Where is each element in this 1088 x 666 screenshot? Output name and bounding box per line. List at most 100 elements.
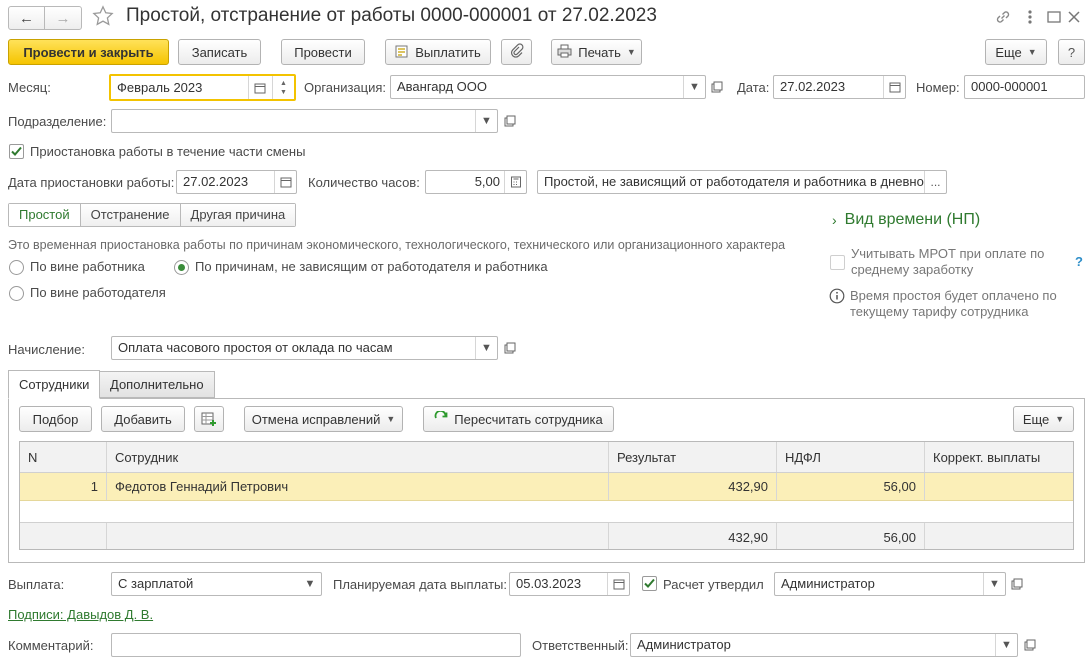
calendar-icon[interactable] <box>607 573 629 595</box>
chevron-down-icon[interactable]: ▼ <box>683 76 705 98</box>
hours-value: 5,00 <box>474 174 500 189</box>
footer-employee <box>107 523 609 549</box>
refresh-icon <box>434 409 448 428</box>
recalc-label: Пересчитать сотрудника <box>454 411 603 427</box>
tab-additional[interactable]: Дополнительно <box>99 371 215 398</box>
mrot-help-icon[interactable]: ? <box>1075 254 1083 269</box>
responsible-open-icon[interactable] <box>1020 633 1040 657</box>
org-open-icon[interactable] <box>707 75 727 99</box>
absence-type-tabs: Простой Отстранение Другая причина <box>8 203 297 227</box>
hours-input[interactable]: 5,00 <box>425 170 527 194</box>
accrual-label: Начисление: <box>8 342 85 357</box>
col-correction[interactable]: Коррект. выплаты <box>925 442 1073 472</box>
dept-select[interactable]: ▼ <box>111 109 498 133</box>
pay-button[interactable]: Выплатить <box>385 39 491 65</box>
row-correction <box>925 473 1073 500</box>
col-ndfl[interactable]: НДФЛ <box>777 442 925 472</box>
help-button[interactable]: ? <box>1058 39 1085 65</box>
signatures-link[interactable]: Подписи: Давыдов Д. В. <box>8 607 153 622</box>
calculator-icon[interactable] <box>504 171 526 193</box>
chevron-down-icon: ▼ <box>626 47 636 57</box>
approved-by-open-icon[interactable] <box>1007 572 1027 596</box>
footer-n <box>20 523 107 549</box>
table-header: N Сотрудник Результат НДФЛ Коррект. выпл… <box>20 442 1073 473</box>
planned-date-label: Планируемая дата выплаты: <box>333 577 507 592</box>
col-result[interactable]: Результат <box>609 442 777 472</box>
nav-buttons: ← → <box>8 6 82 30</box>
attach-button[interactable] <box>501 39 532 65</box>
tab-other-reason[interactable]: Другая причина <box>179 204 296 226</box>
post-button[interactable]: Провести <box>281 39 365 65</box>
add-button[interactable]: Добавить <box>101 406 185 432</box>
calendar-icon[interactable] <box>248 76 270 99</box>
back-button[interactable]: ← <box>9 7 46 29</box>
comment-input[interactable] <box>111 633 521 657</box>
favorite-star-icon[interactable] <box>92 5 116 29</box>
responsible-select[interactable]: Администратор ▼ <box>630 633 1018 657</box>
add-table-icon[interactable] <box>194 406 224 432</box>
calendar-icon[interactable] <box>883 76 905 98</box>
row-employee: Федотов Геннадий Петрович <box>107 473 609 500</box>
chevron-down-icon[interactable]: ▼ <box>475 110 497 132</box>
save-button[interactable]: Записать <box>178 39 261 65</box>
pay-label: Выплатить <box>415 44 481 60</box>
stepper-down-icon[interactable]: ▼ <box>280 88 287 97</box>
col-employee[interactable]: Сотрудник <box>107 442 609 472</box>
ellipsis-button[interactable]: ... <box>924 171 946 193</box>
col-n[interactable]: N <box>20 442 107 472</box>
recalc-employee-button[interactable]: Пересчитать сотрудника <box>423 406 614 432</box>
dept-open-icon[interactable] <box>500 109 520 133</box>
stepper-up-icon[interactable]: ▲ <box>280 79 287 88</box>
close-icon[interactable] <box>1066 8 1082 26</box>
chevron-down-icon[interactable]: ▼ <box>299 573 321 595</box>
pay-icon <box>395 44 409 61</box>
approved-label: Расчет утвердил <box>663 577 764 592</box>
month-input[interactable]: Февраль 2023 ▲ ▼ <box>109 74 296 101</box>
time-kind-link[interactable]: › Вид времени (НП) <box>832 211 980 229</box>
tab-employees[interactable]: Сотрудники <box>8 370 101 399</box>
post-and-close-button[interactable]: Провести и закрыть <box>8 39 169 65</box>
table-row[interactable]: 1 Федотов Геннадий Петрович 432,90 56,00 <box>20 473 1073 501</box>
org-value: Авангард ООО <box>397 79 487 94</box>
date-input[interactable]: 27.02.2023 <box>773 75 906 99</box>
forward-button[interactable]: → <box>45 7 81 29</box>
approved-by-select[interactable]: Администратор ▼ <box>774 572 1006 596</box>
radio-independent[interactable] <box>174 260 189 275</box>
planned-date-input[interactable]: 05.03.2023 <box>509 572 630 596</box>
tab-suspension[interactable]: Отстранение <box>79 204 180 226</box>
chevron-down-icon[interactable]: ▼ <box>983 573 1005 595</box>
row-n: 1 <box>20 473 107 500</box>
mrot-checkbox[interactable] <box>830 255 845 270</box>
reason-field[interactable]: Простой, не зависящий от работодателя и … <box>537 170 947 194</box>
payment-label: Выплата: <box>8 577 65 592</box>
number-input[interactable]: 0000-000001 <box>964 75 1085 99</box>
grid-more-button[interactable]: Еще ▼ <box>1013 406 1074 432</box>
stop-date-input[interactable]: 27.02.2023 <box>176 170 297 194</box>
employees-table[interactable]: N Сотрудник Результат НДФЛ Коррект. выпл… <box>19 441 1074 550</box>
org-select[interactable]: Авангард ООО ▼ <box>390 75 706 99</box>
approved-checkbox[interactable] <box>642 576 657 591</box>
number-value: 0000-000001 <box>971 79 1048 94</box>
more-button[interactable]: Еще ▼ <box>985 39 1047 65</box>
more-vert-icon[interactable] <box>1024 8 1036 26</box>
link-icon[interactable] <box>994 8 1012 26</box>
calendar-icon[interactable] <box>274 171 296 193</box>
payment-select[interactable]: С зарплатой ▼ <box>111 572 322 596</box>
cancel-corrections-button[interactable]: Отмена исправлений ▼ <box>244 406 403 432</box>
radio-employee-fault[interactable] <box>9 260 24 275</box>
maximize-icon[interactable] <box>1046 8 1062 26</box>
payment-value: С зарплатой <box>118 576 194 591</box>
month-stepper[interactable]: ▲ ▼ <box>272 76 294 99</box>
info-icon <box>829 288 845 304</box>
pick-button[interactable]: Подбор <box>19 406 92 432</box>
chevron-down-icon[interactable]: ▼ <box>995 634 1017 656</box>
tab-downtime[interactable]: Простой <box>9 204 80 226</box>
accrual-open-icon[interactable] <box>500 336 520 360</box>
total-ndfl: 56,00 <box>777 523 925 549</box>
print-button[interactable]: Печать ▼ <box>551 39 642 65</box>
radio-employer-fault[interactable] <box>9 286 24 301</box>
hours-label: Количество часов: <box>308 175 420 190</box>
chevron-down-icon[interactable]: ▼ <box>475 337 497 359</box>
accrual-select[interactable]: Оплата часового простоя от оклада по час… <box>111 336 498 360</box>
partial-shift-checkbox[interactable] <box>9 144 24 159</box>
